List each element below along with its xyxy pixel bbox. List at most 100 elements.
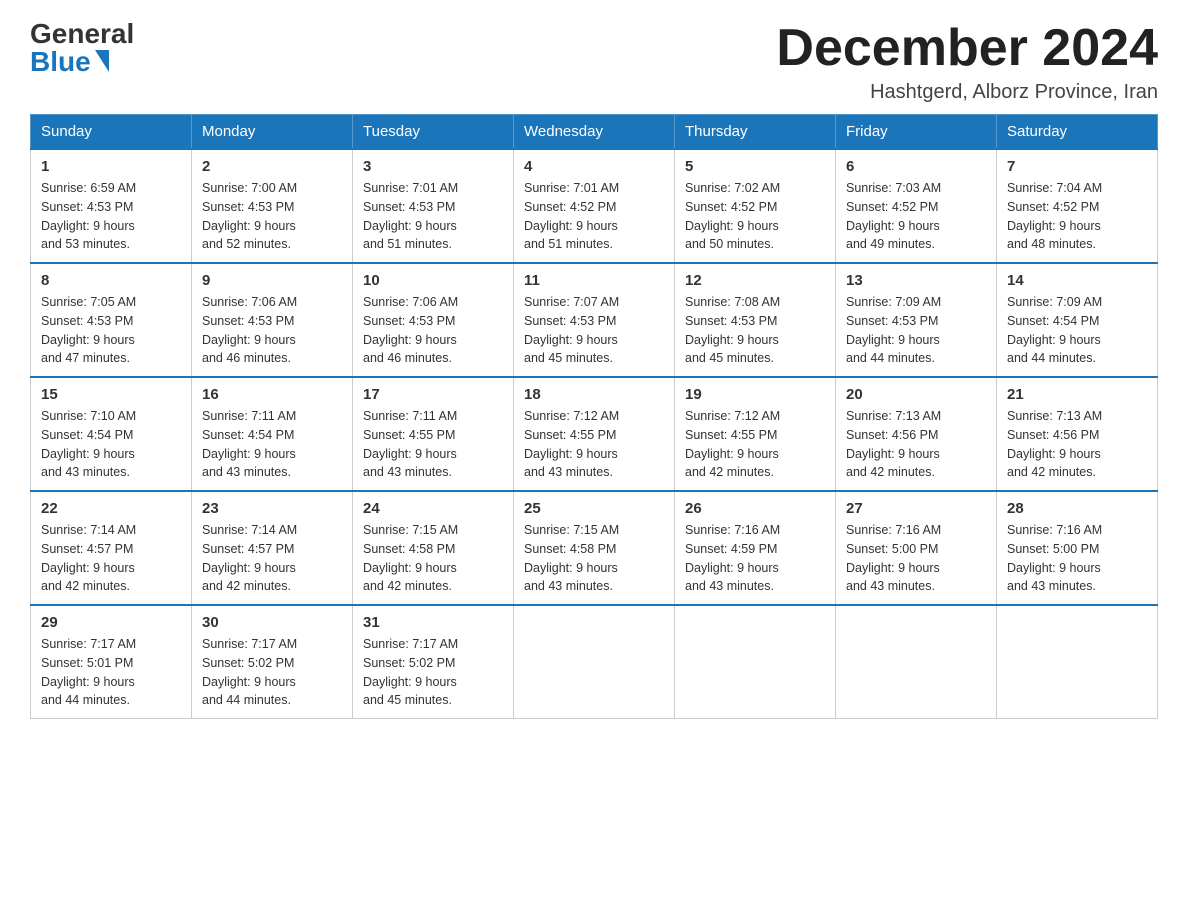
daylight-label: Daylight: 9 hours	[685, 333, 779, 347]
col-monday: Monday	[192, 115, 353, 150]
logo-triangle-icon	[95, 50, 109, 72]
day-info: Sunrise: 7:01 AM Sunset: 4:52 PM Dayligh…	[524, 179, 664, 254]
sunset-label: Sunset: 5:00 PM	[1007, 542, 1099, 556]
daylight-label: Daylight: 9 hours	[524, 333, 618, 347]
sunset-label: Sunset: 4:53 PM	[524, 314, 616, 328]
daylight-minutes: and 53 minutes.	[41, 237, 130, 251]
day-number: 5	[685, 158, 825, 175]
day-info: Sunrise: 7:11 AM Sunset: 4:54 PM Dayligh…	[202, 407, 342, 482]
col-thursday: Thursday	[675, 115, 836, 150]
table-row: 6 Sunrise: 7:03 AM Sunset: 4:52 PM Dayli…	[836, 149, 997, 263]
sunrise-label: Sunrise: 7:05 AM	[41, 295, 136, 309]
daylight-label: Daylight: 9 hours	[202, 561, 296, 575]
sunset-label: Sunset: 4:54 PM	[1007, 314, 1099, 328]
daylight-label: Daylight: 9 hours	[846, 333, 940, 347]
day-number: 30	[202, 614, 342, 631]
table-row: 27 Sunrise: 7:16 AM Sunset: 5:00 PM Dayl…	[836, 491, 997, 605]
day-info: Sunrise: 7:04 AM Sunset: 4:52 PM Dayligh…	[1007, 179, 1147, 254]
day-number: 13	[846, 272, 986, 289]
table-row: 28 Sunrise: 7:16 AM Sunset: 5:00 PM Dayl…	[997, 491, 1158, 605]
daylight-minutes: and 46 minutes.	[202, 351, 291, 365]
day-number: 24	[363, 500, 503, 517]
sunset-label: Sunset: 4:57 PM	[202, 542, 294, 556]
day-info: Sunrise: 7:09 AM Sunset: 4:54 PM Dayligh…	[1007, 293, 1147, 368]
sunrise-label: Sunrise: 7:01 AM	[363, 181, 458, 195]
sunrise-label: Sunrise: 7:17 AM	[41, 637, 136, 651]
sunrise-label: Sunrise: 7:15 AM	[363, 523, 458, 537]
day-info: Sunrise: 7:16 AM Sunset: 5:00 PM Dayligh…	[1007, 521, 1147, 596]
table-row: 16 Sunrise: 7:11 AM Sunset: 4:54 PM Dayl…	[192, 377, 353, 491]
day-info: Sunrise: 7:16 AM Sunset: 5:00 PM Dayligh…	[846, 521, 986, 596]
calendar-week-row: 8 Sunrise: 7:05 AM Sunset: 4:53 PM Dayli…	[31, 263, 1158, 377]
month-title: December 2024	[776, 20, 1158, 77]
sunrise-label: Sunrise: 7:12 AM	[685, 409, 780, 423]
col-wednesday: Wednesday	[514, 115, 675, 150]
day-number: 7	[1007, 158, 1147, 175]
day-number: 17	[363, 386, 503, 403]
sunrise-label: Sunrise: 7:16 AM	[685, 523, 780, 537]
sunrise-label: Sunrise: 7:17 AM	[363, 637, 458, 651]
sunset-label: Sunset: 5:00 PM	[846, 542, 938, 556]
daylight-minutes: and 50 minutes.	[685, 237, 774, 251]
day-info: Sunrise: 7:16 AM Sunset: 4:59 PM Dayligh…	[685, 521, 825, 596]
daylight-label: Daylight: 9 hours	[202, 447, 296, 461]
sunset-label: Sunset: 4:52 PM	[846, 200, 938, 214]
day-number: 21	[1007, 386, 1147, 403]
sunset-label: Sunset: 4:54 PM	[41, 428, 133, 442]
day-info: Sunrise: 7:08 AM Sunset: 4:53 PM Dayligh…	[685, 293, 825, 368]
sunrise-label: Sunrise: 7:13 AM	[1007, 409, 1102, 423]
day-number: 12	[685, 272, 825, 289]
sunset-label: Sunset: 5:01 PM	[41, 656, 133, 670]
sunset-label: Sunset: 4:52 PM	[685, 200, 777, 214]
sunrise-label: Sunrise: 7:09 AM	[846, 295, 941, 309]
day-number: 14	[1007, 272, 1147, 289]
daylight-label: Daylight: 9 hours	[524, 219, 618, 233]
sunset-label: Sunset: 4:52 PM	[1007, 200, 1099, 214]
sunrise-label: Sunrise: 7:16 AM	[1007, 523, 1102, 537]
day-number: 9	[202, 272, 342, 289]
sunset-label: Sunset: 4:53 PM	[846, 314, 938, 328]
day-number: 15	[41, 386, 181, 403]
daylight-label: Daylight: 9 hours	[685, 219, 779, 233]
day-info: Sunrise: 7:07 AM Sunset: 4:53 PM Dayligh…	[524, 293, 664, 368]
daylight-label: Daylight: 9 hours	[363, 219, 457, 233]
sunset-label: Sunset: 4:55 PM	[524, 428, 616, 442]
table-row	[514, 605, 675, 719]
day-number: 8	[41, 272, 181, 289]
day-number: 2	[202, 158, 342, 175]
sunrise-label: Sunrise: 7:14 AM	[202, 523, 297, 537]
table-row	[675, 605, 836, 719]
day-info: Sunrise: 7:17 AM Sunset: 5:02 PM Dayligh…	[202, 635, 342, 710]
sunset-label: Sunset: 4:53 PM	[363, 314, 455, 328]
table-row: 3 Sunrise: 7:01 AM Sunset: 4:53 PM Dayli…	[353, 149, 514, 263]
logo-blue-text: Blue	[30, 48, 91, 76]
day-number: 4	[524, 158, 664, 175]
daylight-label: Daylight: 9 hours	[524, 561, 618, 575]
daylight-label: Daylight: 9 hours	[363, 675, 457, 689]
sunrise-label: Sunrise: 7:14 AM	[41, 523, 136, 537]
day-number: 10	[363, 272, 503, 289]
daylight-minutes: and 43 minutes.	[524, 465, 613, 479]
daylight-minutes: and 51 minutes.	[363, 237, 452, 251]
day-info: Sunrise: 7:01 AM Sunset: 4:53 PM Dayligh…	[363, 179, 503, 254]
daylight-minutes: and 43 minutes.	[846, 579, 935, 593]
daylight-minutes: and 43 minutes.	[524, 579, 613, 593]
day-number: 16	[202, 386, 342, 403]
table-row: 4 Sunrise: 7:01 AM Sunset: 4:52 PM Dayli…	[514, 149, 675, 263]
sunset-label: Sunset: 4:55 PM	[685, 428, 777, 442]
calendar-week-row: 1 Sunrise: 6:59 AM Sunset: 4:53 PM Dayli…	[31, 149, 1158, 263]
sunset-label: Sunset: 4:53 PM	[363, 200, 455, 214]
daylight-label: Daylight: 9 hours	[41, 219, 135, 233]
daylight-minutes: and 42 minutes.	[685, 465, 774, 479]
day-info: Sunrise: 7:14 AM Sunset: 4:57 PM Dayligh…	[202, 521, 342, 596]
day-number: 3	[363, 158, 503, 175]
daylight-label: Daylight: 9 hours	[41, 675, 135, 689]
sunset-label: Sunset: 4:57 PM	[41, 542, 133, 556]
daylight-label: Daylight: 9 hours	[1007, 219, 1101, 233]
sunset-label: Sunset: 5:02 PM	[363, 656, 455, 670]
sunset-label: Sunset: 4:55 PM	[363, 428, 455, 442]
table-row: 14 Sunrise: 7:09 AM Sunset: 4:54 PM Dayl…	[997, 263, 1158, 377]
sunset-label: Sunset: 4:54 PM	[202, 428, 294, 442]
daylight-label: Daylight: 9 hours	[41, 561, 135, 575]
daylight-minutes: and 46 minutes.	[363, 351, 452, 365]
